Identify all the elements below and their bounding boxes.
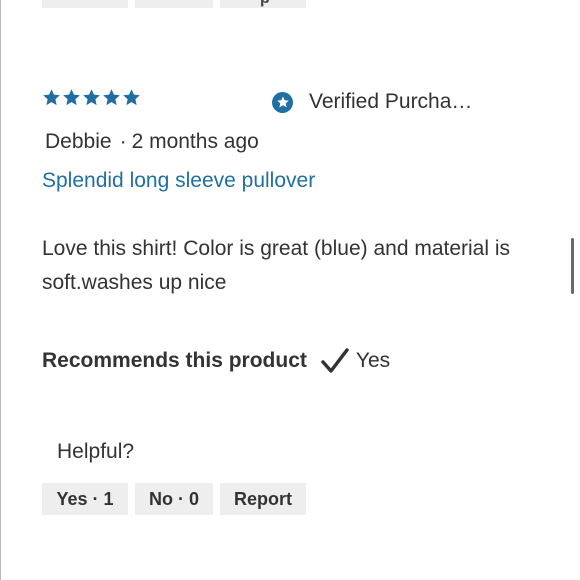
recommend-value: Yes	[355, 349, 391, 372]
verified-purchase: Verified Purcha…	[272, 90, 472, 114]
star-icon	[103, 89, 120, 106]
previous-report-button[interactable]: p	[220, 0, 306, 8]
verified-purchase-label: Verified Purcha…	[309, 90, 473, 113]
vote-buttons: Yes · 1 No · 0 Report	[42, 483, 306, 515]
star-icon	[63, 89, 80, 106]
review-body: Love this shirt! Color is great (blue) a…	[42, 237, 511, 294]
meta-separator: ·	[119, 130, 127, 153]
review-time: 2 months ago	[131, 130, 259, 153]
author-name: Debbie	[45, 130, 112, 153]
helpful-label: Helpful?	[57, 440, 135, 463]
verified-star-badge-icon	[272, 91, 293, 113]
previous-report-fragment: p	[260, 0, 270, 8]
star-icon	[43, 89, 60, 106]
recommendation: Recommends this product Yes	[42, 347, 390, 375]
left-border	[0, 0, 1, 580]
previous-review-buttons: p	[42, 0, 306, 8]
checkmark-icon	[321, 348, 349, 373]
recommend-label: Recommends this product	[42, 349, 307, 372]
star-icon	[123, 89, 140, 106]
previous-yes-button[interactable]	[42, 0, 128, 8]
helpful-no-button[interactable]: No · 0	[135, 483, 213, 515]
scrollbar[interactable]	[571, 238, 574, 294]
review-meta: Debbie · 2 months ago	[45, 130, 259, 154]
star-icon	[83, 89, 100, 106]
report-button[interactable]: Report	[220, 483, 306, 515]
helpful-yes-button[interactable]: Yes · 1	[42, 483, 128, 515]
review-title: Splendid long sleeve pullover	[42, 169, 316, 192]
star-rating	[42, 88, 141, 107]
previous-no-button[interactable]	[135, 0, 213, 8]
